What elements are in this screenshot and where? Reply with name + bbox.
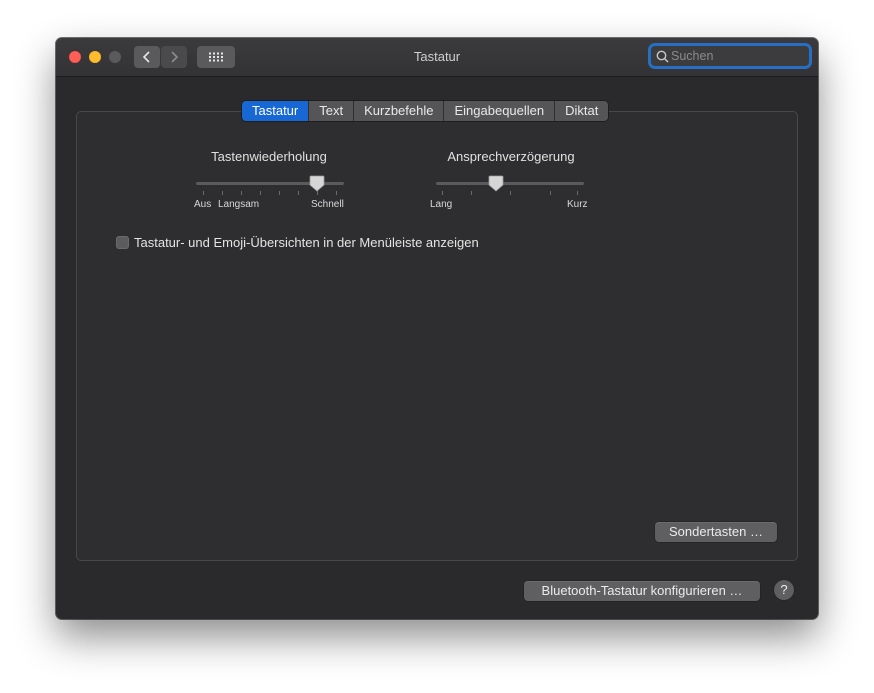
settings-panel: Tastenwiederholung Aus Langsam Schnell A… (76, 111, 798, 561)
delay-long-label: Lang (430, 199, 453, 210)
delay-title: Ansprechverzögerung (447, 149, 575, 164)
tab-input-sources[interactable]: Eingabequellen (443, 101, 555, 121)
preferences-window: Tastatur Suchen Tastenwiederholung Aus L… (56, 38, 818, 619)
delay-thumb[interactable] (488, 175, 504, 192)
tab-keyboard[interactable]: Tastatur (242, 101, 309, 121)
menu-bar-checkbox-label[interactable]: Tastatur- und Emoji-Übersichten in der M… (134, 235, 479, 250)
modifier-keys-button[interactable]: Sondertasten … (655, 522, 777, 542)
delay-short-label: Kurz (567, 199, 588, 210)
bluetooth-keyboard-button[interactable]: Bluetooth-Tastatur konfigurieren … (524, 581, 760, 601)
search-field[interactable]: Suchen (650, 45, 810, 67)
menu-bar-checkbox[interactable] (116, 236, 129, 249)
search-placeholder: Suchen (671, 49, 714, 63)
tab-dictation[interactable]: Diktat (554, 101, 609, 121)
tab-bar: Tastatur Text Kurzbefehle Eingabequellen… (242, 101, 609, 121)
search-icon (656, 50, 669, 63)
key-repeat-title: Tastenwiederholung (211, 149, 327, 164)
title-bar: Tastatur Suchen (56, 38, 818, 77)
tab-shortcuts[interactable]: Kurzbefehle (353, 101, 444, 121)
key-repeat-fast-label: Schnell (311, 199, 344, 210)
tab-text[interactable]: Text (308, 101, 354, 121)
key-repeat-off-label: Aus (194, 199, 212, 210)
key-repeat-slow-label: Langsam (218, 199, 260, 210)
help-button[interactable]: ? (774, 580, 794, 600)
key-repeat-thumb[interactable] (309, 175, 325, 192)
